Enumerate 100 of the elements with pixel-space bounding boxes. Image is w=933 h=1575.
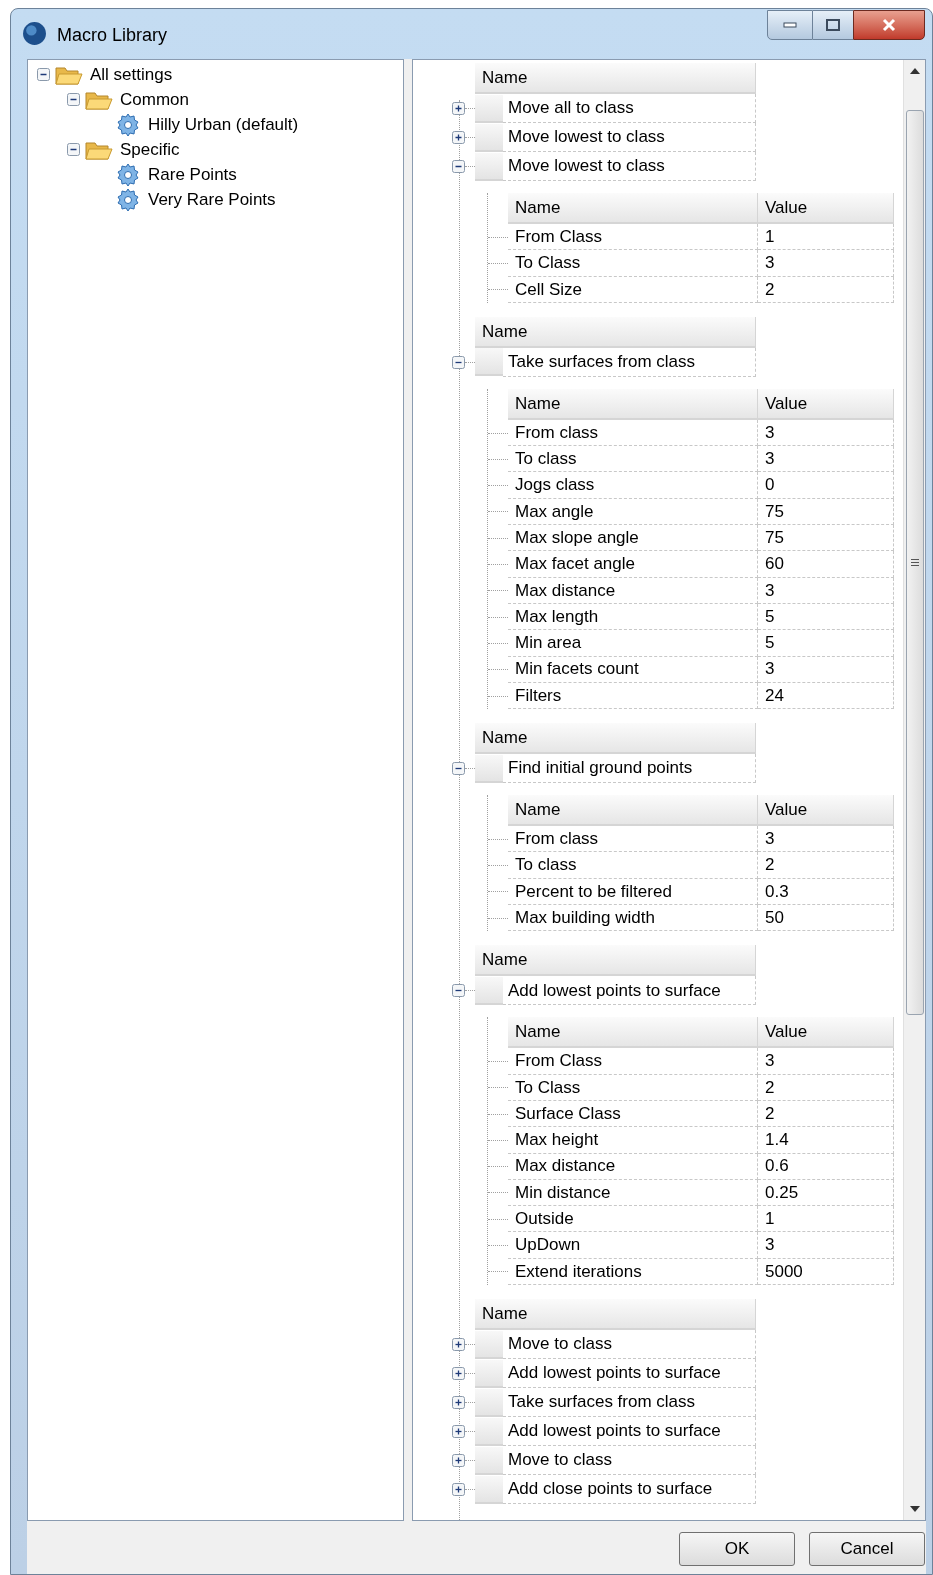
minimize-icon <box>783 22 797 28</box>
gear-icon <box>115 112 141 137</box>
collapse-icon[interactable] <box>67 143 80 156</box>
table-cell: Add close points to surface <box>503 1475 756 1504</box>
table-cell: 2 <box>758 276 894 303</box>
expand-icon[interactable] <box>452 1483 465 1496</box>
column-header[interactable]: Value <box>758 1017 894 1049</box>
table-cell: Max building width <box>508 905 758 932</box>
scroll-down-icon[interactable] <box>909 1506 920 1512</box>
table-cell: 3 <box>758 446 894 473</box>
maximize-icon <box>826 19 840 31</box>
tree-item[interactable]: Rare Points <box>148 161 237 188</box>
scrollbar[interactable] <box>903 60 925 1520</box>
column-header[interactable]: Value <box>758 193 894 224</box>
table-cell: Add lowest points to surface <box>503 1359 756 1388</box>
column-header[interactable]: Name <box>475 723 756 755</box>
table-cell: Min facets count <box>508 656 758 683</box>
table-cell: Max slope angle <box>508 525 758 552</box>
cancel-button[interactable]: Cancel <box>809 1532 925 1566</box>
close-button[interactable] <box>853 10 925 40</box>
column-header[interactable]: Name <box>475 63 756 94</box>
column-header[interactable]: Name <box>508 795 758 827</box>
table-cell: 3 <box>758 826 894 853</box>
table-cell: 2 <box>758 1074 894 1101</box>
tree-item[interactable]: All settings <box>90 61 173 88</box>
collapse-icon[interactable] <box>452 355 465 369</box>
table-cell: Move all to class <box>503 94 756 123</box>
globe-icon <box>22 21 47 46</box>
table-cell: UpDown <box>508 1232 758 1259</box>
gear-icon <box>115 187 141 212</box>
column-header[interactable]: Name <box>508 193 758 224</box>
table-cell: Move lowest to class <box>503 123 756 152</box>
expand-icon[interactable] <box>452 1396 465 1409</box>
tree-item[interactable]: Specific <box>120 136 180 163</box>
table-cell: 0.25 <box>758 1179 894 1207</box>
table-cell: 1 <box>758 1206 894 1233</box>
collapse-icon[interactable] <box>452 160 465 173</box>
minimize-button[interactable] <box>767 10 813 40</box>
gear-icon <box>115 162 141 187</box>
expand-icon[interactable] <box>452 1454 465 1467</box>
table-cell: Min distance <box>508 1179 758 1207</box>
table-cell: To Class <box>508 1074 758 1101</box>
expand-icon[interactable] <box>452 1367 465 1380</box>
table-cell: 75 <box>758 525 894 552</box>
table-cell: 2 <box>758 1100 894 1128</box>
table-cell: 5 <box>758 630 894 657</box>
table-cell: 75 <box>758 498 894 526</box>
table-cell: 0.6 <box>758 1153 894 1180</box>
maximize-button[interactable] <box>813 10 853 40</box>
table-cell: 3 <box>758 577 894 604</box>
table-cell: Max distance <box>508 577 758 604</box>
table-cell: 1 <box>758 224 894 251</box>
table-cell: Max length <box>508 603 758 631</box>
table-cell: From Class <box>508 224 758 251</box>
table-cell: 3 <box>758 656 894 683</box>
table-cell: 5 <box>758 603 894 631</box>
table-cell: From class <box>508 419 758 447</box>
scrollbar-thumb[interactable] <box>905 110 924 1015</box>
table-cell: To class <box>508 446 758 473</box>
ok-button[interactable]: OK <box>679 1532 795 1566</box>
expand-icon[interactable] <box>452 1425 465 1438</box>
window-title: Macro Library <box>57 24 168 47</box>
table-cell: Move to class <box>503 1330 756 1359</box>
scroll-up-icon[interactable] <box>909 68 920 74</box>
table-cell: Extend iterations <box>508 1258 758 1285</box>
tree-item[interactable]: Common <box>120 86 189 113</box>
table-cell: Add lowest points to surface <box>503 1417 756 1446</box>
table-cell: Find initial ground points <box>503 754 756 784</box>
collapse-icon[interactable] <box>452 984 465 998</box>
table-cell: To Class <box>508 250 758 277</box>
grip-icon <box>910 559 919 566</box>
table-cell: Add lowest points to surface <box>503 976 756 1006</box>
column-header[interactable]: Name <box>475 316 756 348</box>
table-cell: 1.4 <box>758 1127 894 1154</box>
table-cell: 60 <box>758 551 894 578</box>
tree-item[interactable]: Very Rare Points <box>148 186 276 213</box>
expand-icon[interactable] <box>452 102 465 115</box>
column-header[interactable]: Value <box>758 795 894 827</box>
column-header[interactable]: Name <box>508 1017 758 1049</box>
table-cell: Take surfaces from class <box>503 1388 756 1417</box>
column-header[interactable]: Value <box>758 388 894 420</box>
column-header[interactable]: Name <box>475 945 756 977</box>
column-header[interactable]: Name <box>508 388 758 420</box>
expand-icon[interactable] <box>452 1338 465 1351</box>
table-cell: Max angle <box>508 498 758 526</box>
table-cell: 0 <box>758 472 894 499</box>
collapse-icon[interactable] <box>452 762 465 776</box>
tree-item[interactable]: Hilly Urban (default) <box>148 111 299 138</box>
collapse-icon[interactable] <box>67 93 80 106</box>
table-cell: Surface Class <box>508 1100 758 1128</box>
table-cell: 3 <box>758 1232 894 1259</box>
table-cell: From Class <box>508 1048 758 1075</box>
expand-icon[interactable] <box>452 131 465 144</box>
table-cell: 3 <box>758 250 894 277</box>
table-cell: Max facet angle <box>508 551 758 578</box>
table-cell: Filters <box>508 682 758 710</box>
table-cell: Jogs class <box>508 472 758 499</box>
collapse-icon[interactable] <box>37 68 50 81</box>
table-cell: 2 <box>758 852 894 879</box>
column-header[interactable]: Name <box>475 1299 756 1330</box>
